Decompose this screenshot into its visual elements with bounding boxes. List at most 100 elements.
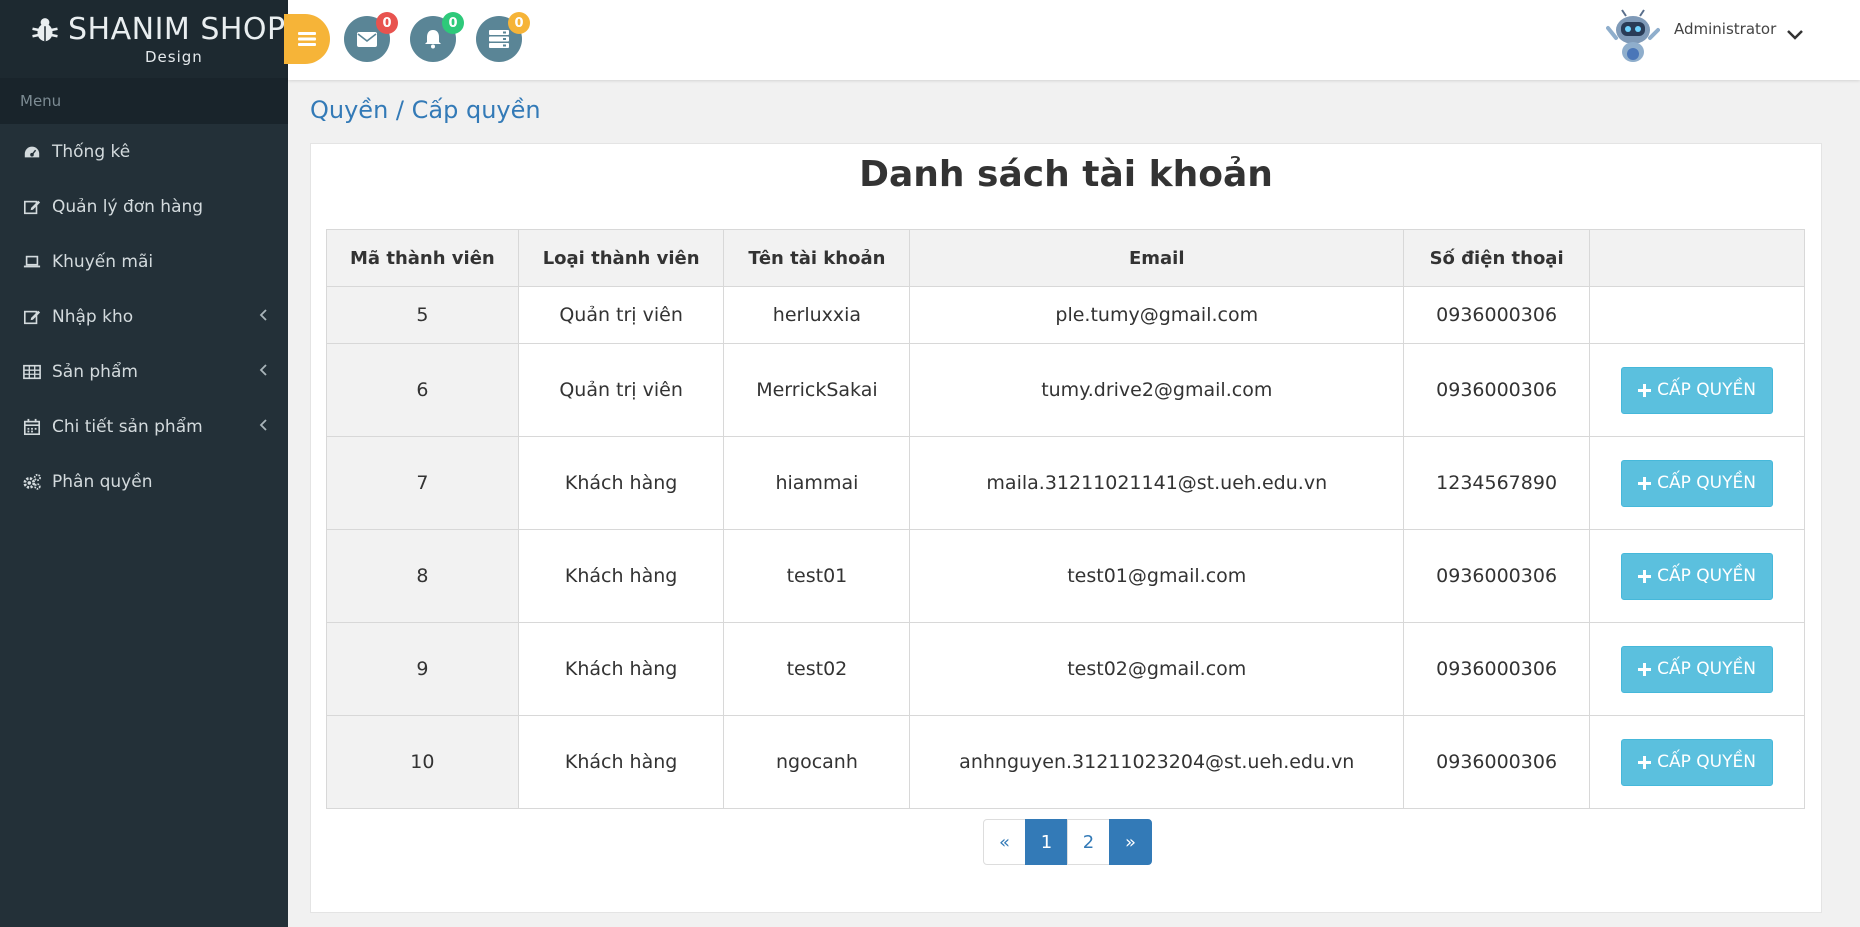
messages-button[interactable]: 0 xyxy=(344,12,398,62)
plus-icon xyxy=(1638,569,1652,583)
username-cell: hiammai xyxy=(723,436,911,530)
username-cell: test02 xyxy=(723,622,911,716)
notifications-button[interactable]: 0 xyxy=(410,12,464,62)
column-header-action xyxy=(1589,229,1805,287)
member-id-cell: 6 xyxy=(326,343,519,437)
member-id-cell: 8 xyxy=(326,529,519,623)
messages-count-badge: 0 xyxy=(376,12,398,34)
brand-subtitle: Design xyxy=(145,48,203,66)
grant-permission-label: CẤP QUYỀN xyxy=(1657,752,1756,772)
grant-permission-button[interactable]: CẤP QUYỀN xyxy=(1621,738,1774,786)
member-id-cell: 5 xyxy=(326,286,519,344)
username-cell: test01 xyxy=(723,529,911,623)
table-row: 9 Khách hàng test02 test02@gmail.com 093… xyxy=(326,622,1805,716)
phone-cell: 0936000306 xyxy=(1403,286,1591,344)
page-title: Danh sách tài khoản xyxy=(859,154,1273,195)
grant-permission-button[interactable]: CẤP QUYỀN xyxy=(1621,459,1774,507)
action-cell xyxy=(1589,286,1805,344)
user-name[interactable]: Administrator xyxy=(1674,20,1776,38)
table-row: 10 Khách hàng ngocanh anhnguyen.31211023… xyxy=(326,715,1805,809)
pagination-prev-button[interactable]: « xyxy=(983,819,1026,865)
table-row: 5 Quản trị viên herluxxia ple.tumy@gmail… xyxy=(326,286,1805,344)
username-cell: MerrickSakai xyxy=(723,343,911,437)
sidebar-item-quan-ly-don-hang[interactable]: Quản lý đơn hàng xyxy=(0,179,288,234)
phone-cell: 0936000306 xyxy=(1403,715,1591,809)
email-cell: maila.31211021141@st.ueh.edu.vn xyxy=(909,436,1405,530)
tasks-button[interactable]: 0 xyxy=(476,12,530,62)
sidebar-item-label: Quản lý đơn hàng xyxy=(52,196,204,217)
sidebar-item-san-pham[interactable]: Sản phẩm xyxy=(0,344,288,399)
action-cell: CẤP QUYỀN xyxy=(1589,529,1805,623)
sidebar-item-nhap-kho[interactable]: Nhập kho xyxy=(0,289,288,344)
phone-cell: 0936000306 xyxy=(1403,622,1591,716)
brand[interactable]: SHANIM SHOP Design xyxy=(0,0,288,78)
gears-icon xyxy=(22,472,42,492)
member-type-cell: Quản trị viên xyxy=(517,286,725,344)
plus-icon xyxy=(1638,755,1652,769)
edit-icon xyxy=(22,307,42,327)
laptop-icon xyxy=(22,252,42,272)
member-type-cell: Khách hàng xyxy=(517,715,725,809)
grant-permission-button[interactable]: CẤP QUYỀN xyxy=(1621,645,1774,693)
notifications-count-badge: 0 xyxy=(442,12,464,34)
username-cell: ngocanh xyxy=(723,715,911,809)
plus-icon xyxy=(1638,383,1652,397)
accounts-panel: Danh sách tài khoản Mã thành viên Loại t… xyxy=(310,143,1822,913)
sidebar-item-label: Chi tiết sản phẩm xyxy=(52,416,203,437)
phone-cell: 1234567890 xyxy=(1403,436,1591,530)
pagination: « 1 2 » xyxy=(983,819,1152,865)
column-header-member-type: Loại thành viên xyxy=(517,229,725,287)
accounts-table: Mã thành viên Loại thành viên Tên tài kh… xyxy=(326,229,1805,809)
sidebar-nav: Thống kê Quản lý đơn hàng Khuyến mãi Nhậ… xyxy=(0,124,288,509)
grant-permission-label: CẤP QUYỀN xyxy=(1657,659,1756,679)
grant-permission-button[interactable]: CẤP QUYỀN xyxy=(1621,366,1774,414)
calendar-icon xyxy=(22,417,42,437)
edit-icon xyxy=(22,197,42,217)
sidebar-item-label: Khuyến mãi xyxy=(52,251,154,272)
username-cell: herluxxia xyxy=(723,286,911,344)
table-header-row: Mã thành viên Loại thành viên Tên tài kh… xyxy=(326,229,1805,287)
sidebar-item-label: Thống kê xyxy=(52,141,131,162)
action-cell: CẤP QUYỀN xyxy=(1589,436,1805,530)
member-id-cell: 9 xyxy=(326,622,519,716)
table-row: 8 Khách hàng test01 test01@gmail.com 093… xyxy=(326,529,1805,623)
avatar[interactable] xyxy=(1606,8,1660,66)
column-header-phone: Số điện thoại xyxy=(1403,229,1591,287)
sidebar-item-thong-ke[interactable]: Thống kê xyxy=(0,124,288,179)
table-row: 7 Khách hàng hiammai maila.31211021141@s… xyxy=(326,436,1805,530)
grant-permission-label: CẤP QUYỀN xyxy=(1657,380,1756,400)
sidebar-item-khuyen-mai[interactable]: Khuyến mãi xyxy=(0,234,288,289)
brand-title: SHANIM SHOP xyxy=(68,12,286,47)
member-id-cell: 7 xyxy=(326,436,519,530)
email-cell: ple.tumy@gmail.com xyxy=(909,286,1405,344)
grant-permission-label: CẤP QUYỀN xyxy=(1657,566,1756,586)
member-type-cell: Khách hàng xyxy=(517,529,725,623)
sidebar-item-label: Nhập kho xyxy=(52,306,134,327)
grant-permission-label: CẤP QUYỀN xyxy=(1657,473,1756,493)
pagination-page-2[interactable]: 2 xyxy=(1067,819,1110,865)
email-cell: test01@gmail.com xyxy=(909,529,1405,623)
pagination-next-button[interactable]: » xyxy=(1109,819,1152,865)
phone-cell: 0936000306 xyxy=(1403,343,1591,437)
breadcrumb: Quyền / Cấp quyền xyxy=(310,96,541,124)
tasks-count-badge: 0 xyxy=(508,12,530,34)
chevron-left-icon xyxy=(258,417,268,437)
grant-permission-button[interactable]: CẤP QUYỀN xyxy=(1621,552,1774,600)
chevron-down-icon[interactable] xyxy=(1786,26,1804,45)
plus-icon xyxy=(1638,476,1652,490)
tasks-icon xyxy=(489,30,509,48)
sidebar-toggle-button[interactable] xyxy=(284,14,330,64)
action-cell: CẤP QUYỀN xyxy=(1589,622,1805,716)
member-type-cell: Khách hàng xyxy=(517,622,725,716)
phone-cell: 0936000306 xyxy=(1403,529,1591,623)
sidebar-item-chi-tiet-san-pham[interactable]: Chi tiết sản phẩm xyxy=(0,399,288,454)
pagination-page-1[interactable]: 1 xyxy=(1025,819,1068,865)
sidebar-item-phan-quyen[interactable]: Phân quyền xyxy=(0,454,288,509)
sidebar-item-label: Phân quyền xyxy=(52,471,153,492)
chevron-left-icon xyxy=(258,307,268,327)
table-icon xyxy=(22,362,42,382)
column-header-member-id: Mã thành viên xyxy=(326,229,519,287)
sidebar-item-label: Sản phẩm xyxy=(52,361,138,382)
top-bar: 0 0 0 Administrator xyxy=(284,0,1860,80)
member-type-cell: Quản trị viên xyxy=(517,343,725,437)
